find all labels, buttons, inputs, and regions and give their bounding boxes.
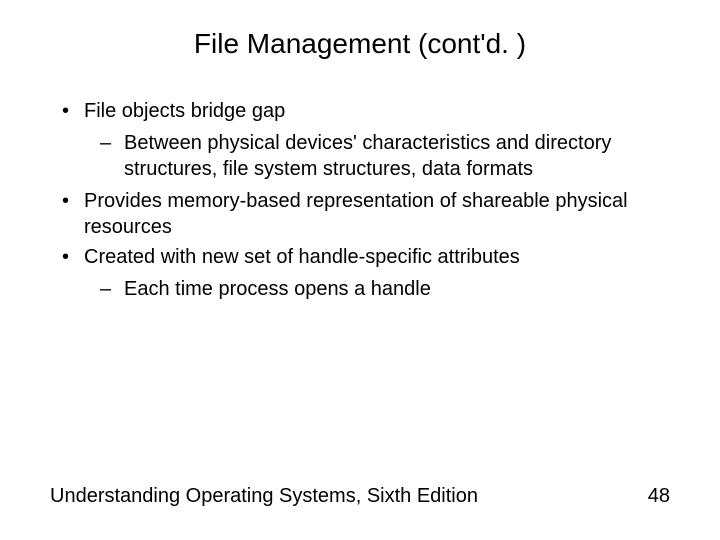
slide-content: File objects bridge gap Between physical… <box>50 98 670 302</box>
bullet-item: Created with new set of handle-specific … <box>50 244 670 302</box>
slide-footer: Understanding Operating Systems, Sixth E… <box>50 485 670 508</box>
sub-bullet-item: Between physical devices' characteristic… <box>84 130 670 182</box>
sub-bullet-list: Each time process opens a handle <box>84 276 670 302</box>
bullet-text: Provides memory-based representation of … <box>84 190 628 238</box>
bullet-text: File objects bridge gap <box>84 100 285 122</box>
page-number: 48 <box>648 485 670 508</box>
sub-bullet-text: Each time process opens a handle <box>124 278 431 300</box>
sub-bullet-list: Between physical devices' characteristic… <box>84 130 670 182</box>
bullet-item: File objects bridge gap Between physical… <box>50 98 670 182</box>
sub-bullet-item: Each time process opens a handle <box>84 276 670 302</box>
bullet-list: File objects bridge gap Between physical… <box>50 98 670 302</box>
slide-title: File Management (cont'd. ) <box>50 28 670 60</box>
footer-text: Understanding Operating Systems, Sixth E… <box>50 485 478 508</box>
bullet-text: Created with new set of handle-specific … <box>84 246 520 268</box>
slide: File Management (cont'd. ) File objects … <box>0 0 720 540</box>
bullet-item: Provides memory-based representation of … <box>50 188 670 240</box>
sub-bullet-text: Between physical devices' characteristic… <box>124 132 611 180</box>
